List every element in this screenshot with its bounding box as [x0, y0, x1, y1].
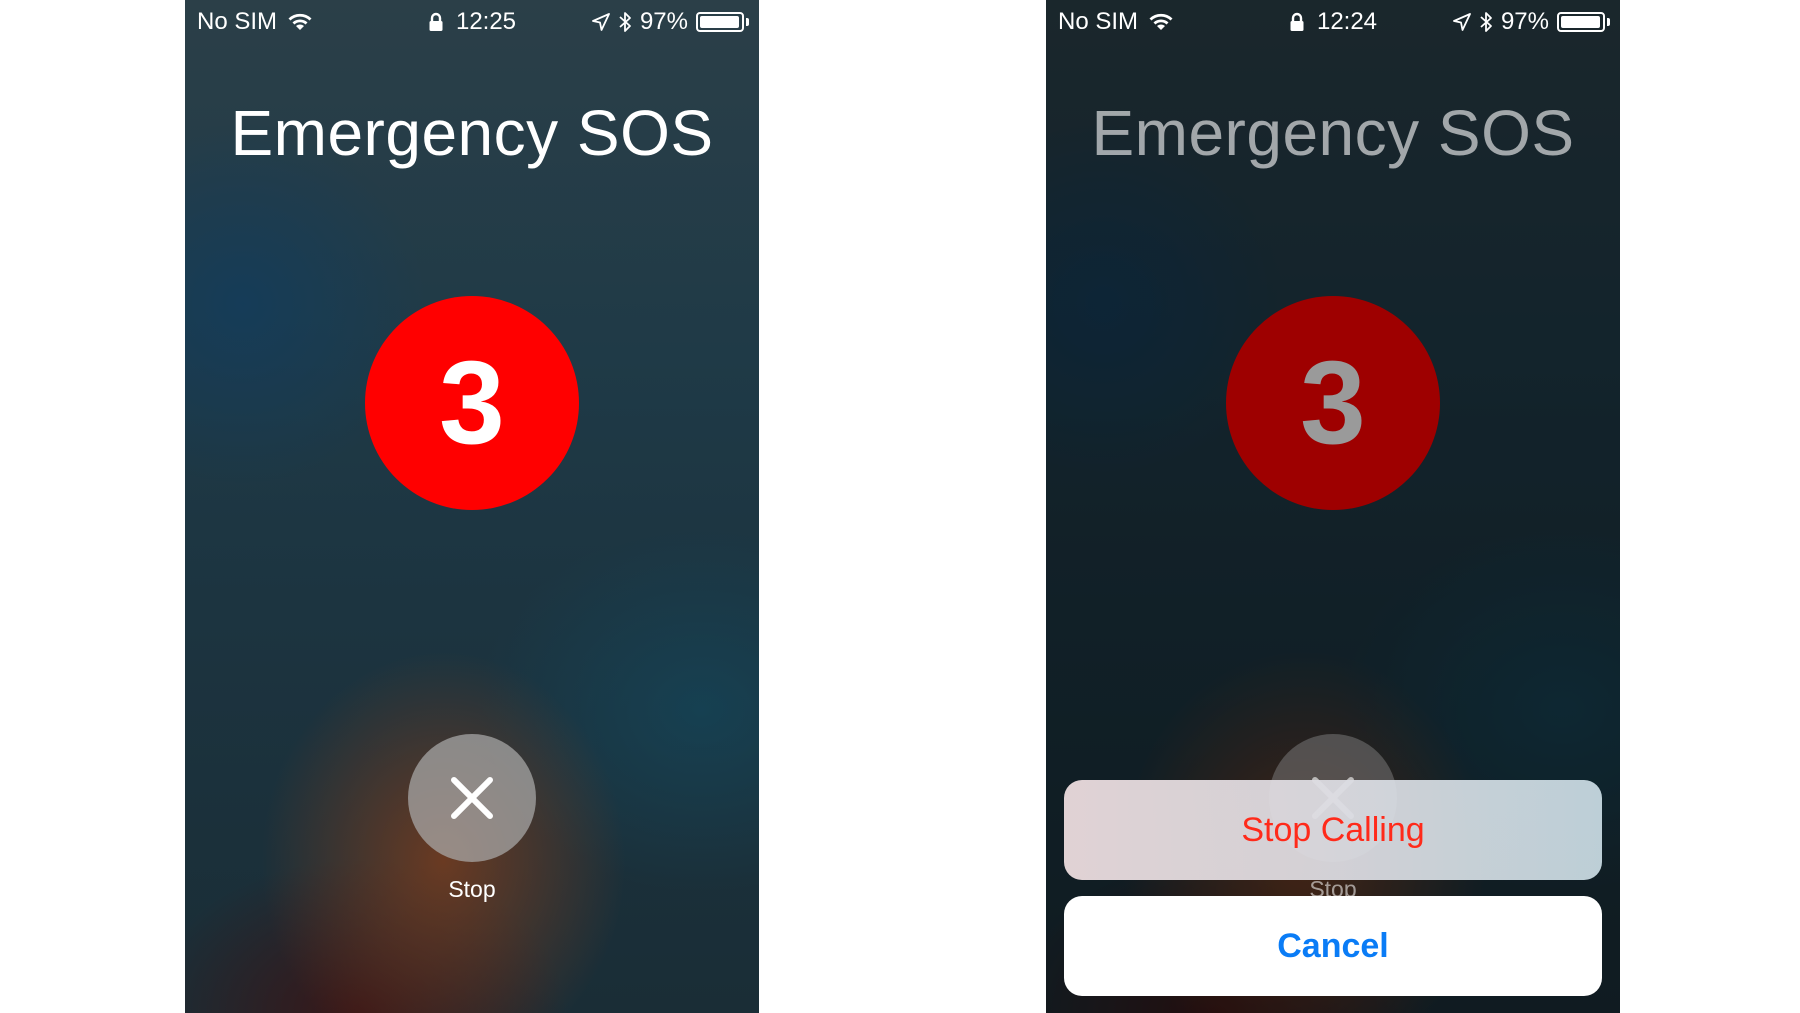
phone-screen-countdown: No SIM 12:25 97% Emergency SOS 3 Stop	[185, 0, 759, 1013]
status-bar: No SIM 12:25 97%	[185, 0, 759, 44]
lock-icon	[428, 12, 444, 32]
battery-icon	[696, 12, 744, 32]
battery-level-fill	[700, 16, 739, 28]
stop-button[interactable]	[408, 734, 536, 862]
location-icon	[1453, 13, 1471, 31]
comparison-canvas: No SIM 12:25 97% Emergency SOS 3 Stop No…	[0, 0, 1800, 1013]
page-title: Emergency SOS	[1091, 97, 1575, 169]
countdown-number: 3	[439, 337, 505, 469]
stop-button-label: Stop	[448, 876, 496, 902]
status-bar: No SIM 12:24 97%	[1046, 0, 1620, 44]
battery-nub	[746, 18, 749, 26]
battery-icon	[1557, 12, 1605, 32]
battery-level-fill	[1561, 16, 1600, 28]
phone-screen-stop-confirm: No SIM 12:24 97% Emergency SOS 3 Stop St…	[1046, 0, 1620, 1013]
status-right: 97%	[1453, 8, 1610, 36]
countdown-circle: 3	[1226, 296, 1440, 510]
lock-icon	[1289, 12, 1305, 32]
page-title: Emergency SOS	[230, 97, 714, 169]
clock-time: 12:25	[455, 8, 517, 35]
battery-percent: 97%	[1500, 8, 1549, 35]
battery-percent: 97%	[639, 8, 688, 35]
action-sheet: Stop Calling Cancel	[1064, 780, 1602, 996]
countdown-circle: 3	[365, 296, 579, 510]
clock-time: 12:24	[1316, 8, 1378, 35]
cancel-button[interactable]: Cancel	[1064, 896, 1602, 996]
bluetooth-icon	[1479, 11, 1493, 33]
countdown-number: 3	[1300, 337, 1366, 469]
bluetooth-icon	[618, 11, 632, 33]
stop-calling-button[interactable]: Stop Calling	[1064, 780, 1602, 880]
close-icon	[448, 774, 496, 822]
battery-nub	[1607, 18, 1610, 26]
status-right: 97%	[592, 8, 749, 36]
location-icon	[592, 13, 610, 31]
